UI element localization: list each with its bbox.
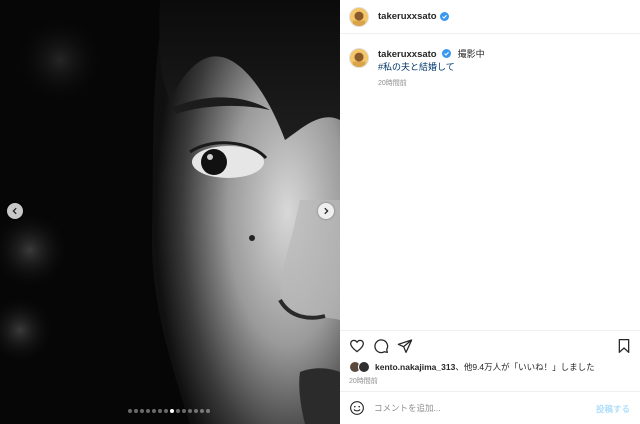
comment-bar: 投稿する — [340, 391, 640, 424]
comment-input[interactable] — [374, 403, 574, 413]
carousel-dot — [206, 409, 210, 413]
avatar-image — [350, 49, 368, 67]
avatar — [358, 361, 370, 373]
carousel-dot — [146, 409, 150, 413]
carousel-dot — [176, 409, 180, 413]
caption-time: 20時間前 — [378, 80, 407, 87]
caption-hashtag[interactable]: #私の夫と結婚して — [378, 61, 485, 73]
chevron-right-icon — [324, 207, 329, 215]
chevron-left-icon — [12, 207, 17, 215]
heart-icon — [350, 339, 364, 353]
carousel-dot — [134, 409, 138, 413]
carousel-dot — [152, 409, 156, 413]
likes-summary: kento.nakajima_313、他9.4万人が「いいね！」しました — [349, 360, 635, 374]
liker-avatars[interactable] — [349, 361, 371, 373]
emoji-button[interactable] — [349, 400, 365, 416]
verified-icon — [439, 12, 449, 21]
previous-photo-button[interactable] — [7, 203, 23, 219]
caption-body: takeruxxsato 撮影中 #私の夫と結婚して 20時間前 — [378, 48, 485, 90]
comment-icon — [374, 339, 389, 354]
emoji-icon — [350, 401, 364, 415]
caption-avatar[interactable] — [349, 48, 369, 68]
carousel-dot — [140, 409, 144, 413]
post-username[interactable]: takeruxxsato — [378, 11, 437, 22]
bookmark-icon — [618, 339, 630, 353]
post-caption: takeruxxsato 撮影中 #私の夫と結婚して 20時間前 — [349, 48, 629, 90]
comment-button[interactable] — [373, 338, 389, 354]
post-time: 20時間前 — [349, 378, 378, 385]
carousel-dot-active — [170, 409, 174, 413]
share-button[interactable] — [397, 338, 413, 354]
carousel-dot — [164, 409, 168, 413]
post-actions — [340, 330, 640, 358]
carousel-dots — [128, 409, 210, 413]
verified-icon — [442, 49, 452, 58]
carousel-dot — [128, 409, 132, 413]
post-header: takeruxxsato — [340, 0, 640, 34]
carousel-dot — [188, 409, 192, 413]
caption-text: 撮影中 — [457, 49, 485, 59]
post-comment-button[interactable]: 投稿する — [596, 403, 630, 415]
likes-text: kento.nakajima_313、他9.4万人が「いいね！」しました — [375, 361, 595, 373]
next-photo-button[interactable] — [318, 203, 334, 219]
liker-username[interactable]: kento.nakajima_313 — [375, 362, 455, 372]
post-sidebar: takeruxxsato takeruxxsato 撮影中 #私の夫と結婚して … — [340, 0, 640, 424]
like-button[interactable] — [349, 338, 365, 354]
share-icon — [397, 339, 413, 353]
save-button[interactable] — [616, 338, 632, 354]
post-media[interactable] — [0, 0, 340, 424]
avatar[interactable] — [349, 6, 369, 27]
carousel-dot — [158, 409, 162, 413]
carousel-dot — [194, 409, 198, 413]
post-photo — [0, 0, 340, 424]
avatar-image — [350, 7, 368, 26]
caption-username[interactable]: takeruxxsato — [378, 49, 437, 60]
carousel-dot — [182, 409, 186, 413]
likes-count-text[interactable]: 、他9.4万人が「いいね！」しました — [455, 362, 594, 372]
carousel-dot — [200, 409, 204, 413]
